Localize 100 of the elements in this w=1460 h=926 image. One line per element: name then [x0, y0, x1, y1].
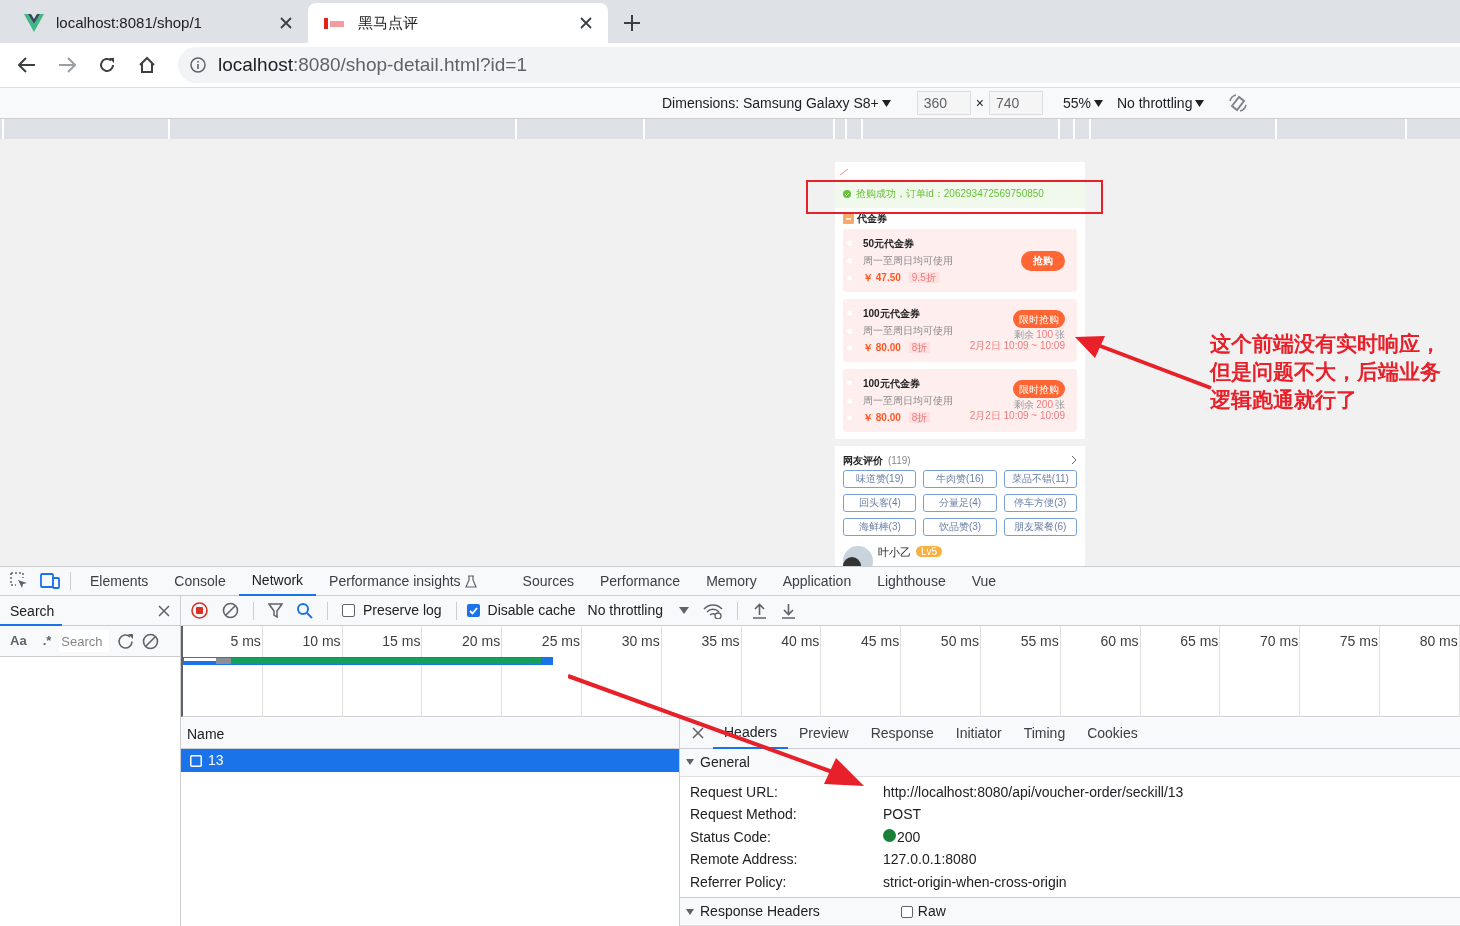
time-tick: 10 ms — [302, 633, 341, 649]
zoom-dropdown[interactable]: 55% — [1062, 92, 1103, 114]
review-tag[interactable]: 回头客(4) — [843, 494, 917, 512]
dropdown-icon — [1195, 99, 1205, 107]
review-tag[interactable]: 分量足(4) — [923, 494, 997, 512]
browser-tab[interactable]: 黑马点评 — [308, 3, 608, 43]
regex-button[interactable]: .* — [42, 631, 52, 651]
time-tick: 40 ms — [781, 633, 820, 649]
time-tick: 80 ms — [1419, 633, 1458, 649]
throttling-dropdown[interactable]: No throttling — [1116, 92, 1205, 114]
devtools-tab[interactable]: Performance insights — [316, 566, 490, 596]
new-tab-icon[interactable] — [624, 15, 640, 31]
time-tick: 65 ms — [1180, 633, 1219, 649]
annotation-text: 逻辑跑通就行了 — [1210, 387, 1358, 413]
time-tick: 30 ms — [621, 633, 660, 649]
close-icon[interactable] — [280, 17, 292, 29]
time-tick: 50 ms — [940, 633, 979, 649]
review-tag[interactable]: 停车方便(3) — [1003, 494, 1077, 512]
close-icon[interactable] — [580, 17, 592, 29]
detail-tab[interactable]: Initiator — [944, 717, 1013, 749]
search-icon[interactable] — [297, 602, 313, 619]
rotate-icon[interactable] — [1228, 93, 1249, 113]
tab-title: 黑马点评 — [358, 12, 419, 33]
devtools-tab[interactable]: Sources — [509, 566, 587, 596]
chevron-right-icon[interactable] — [1072, 456, 1077, 465]
tab-title: localhost:8081/shop/1 — [56, 12, 203, 33]
review-tag[interactable]: 菜品不错(11) — [1003, 470, 1077, 488]
review-tag[interactable]: 味道赞(19) — [843, 470, 917, 488]
devtools-tab[interactable]: Lighthouse — [864, 566, 959, 596]
time-tick: 45 ms — [861, 633, 900, 649]
close-icon[interactable] — [692, 727, 704, 739]
header-name: Request Method: — [690, 805, 798, 824]
download-icon[interactable] — [781, 602, 796, 619]
stock-unit: 张 — [1055, 399, 1065, 411]
stock-label: 剩余 — [1014, 399, 1035, 411]
raw-checkbox[interactable] — [900, 905, 913, 918]
review-tag[interactable]: 饮品赞(3) — [923, 518, 997, 536]
record-icon[interactable] — [191, 602, 208, 619]
device-dropdown[interactable]: Dimensions: Samsung Galaxy S8+ — [662, 92, 891, 114]
triangle-down-icon — [686, 908, 694, 915]
detail-tab[interactable]: Preview — [787, 717, 860, 749]
search-field[interactable]: Search — [59, 630, 110, 652]
device-toggle-icon[interactable] — [40, 573, 60, 589]
devtools-tab[interactable]: Elements — [77, 566, 162, 596]
reviews-title: 网友评价 — [843, 453, 883, 468]
level-badge: Lv5 — [916, 546, 943, 557]
header-value: http://localhost:8080/api/voucher-order/seckill/13 — [883, 782, 1184, 802]
match-case-button[interactable]: Aa — [10, 631, 27, 651]
clear-icon[interactable] — [222, 602, 239, 619]
devtools-tab[interactable]: Performance — [586, 566, 694, 596]
review-tag[interactable]: 牛肉赞(16) — [923, 470, 997, 488]
disable-cache-label: Disable cache — [487, 601, 576, 620]
home-icon[interactable] — [138, 56, 156, 74]
pen-icon — [840, 169, 848, 175]
filter-icon[interactable] — [268, 603, 283, 618]
detail-tab[interactable]: Response — [859, 717, 945, 749]
back-icon[interactable] — [18, 57, 36, 73]
time-tick: 60 ms — [1100, 633, 1139, 649]
section-title: 代金券 — [857, 214, 887, 225]
review-tag[interactable]: 海鲜棒(3) — [843, 518, 917, 536]
disable-cache-checkbox[interactable] — [466, 604, 480, 617]
stock-label: 剩余 — [1014, 329, 1035, 341]
reload-icon[interactable] — [98, 56, 116, 74]
times-sign: × — [975, 93, 984, 113]
preserve-log-checkbox[interactable] — [342, 604, 355, 617]
sale-time: 2月2日 10:09 ~ 10:09 — [969, 410, 1065, 422]
devtools-tab[interactable]: Application — [769, 566, 865, 596]
devtools-tab[interactable]: Vue — [958, 566, 1010, 596]
network-conditions-icon[interactable] — [703, 602, 723, 619]
clear-icon[interactable] — [142, 632, 160, 650]
height-field[interactable]: 740 — [988, 91, 1043, 115]
general-section-header[interactable]: General — [680, 749, 1460, 777]
detail-tab[interactable]: Cookies — [1076, 717, 1149, 749]
detail-tab[interactable]: Timing — [1012, 717, 1077, 749]
document-icon — [190, 754, 202, 767]
request-row[interactable]: 13 — [181, 749, 679, 772]
vue-logo-icon — [24, 14, 44, 32]
browser-tab[interactable]: localhost:8081/shop/1 — [8, 3, 308, 43]
throttling-dropdown[interactable]: No throttling — [587, 600, 689, 621]
reviews-count: (119) — [888, 453, 912, 468]
time-tick: 55 ms — [1020, 633, 1059, 649]
close-icon[interactable] — [158, 604, 170, 617]
devtools-tab[interactable]: Console — [161, 566, 239, 596]
discount-tag: 9.5折 — [908, 272, 939, 284]
annotation-text: 这个前端没有实时响应， — [1210, 331, 1441, 357]
upload-icon[interactable] — [752, 602, 767, 619]
response-headers-section[interactable]: Response Headers Raw — [680, 898, 1460, 926]
devtools-tab[interactable]: Memory — [693, 566, 770, 596]
width-field[interactable]: 360 — [916, 91, 971, 115]
voucher-rule: 周一至周日均可使用 — [863, 254, 954, 267]
discount-tag: 8折 — [908, 412, 931, 424]
time-tick: 70 ms — [1260, 633, 1299, 649]
annotation-text: 但是问题不大，后端业务 — [1210, 359, 1441, 385]
address-field[interactable]: localhost:8080/shop-detail.html?id=1 — [178, 47, 1460, 83]
forward-icon[interactable] — [58, 57, 76, 73]
review-tag[interactable]: 朋友聚餐(6) — [1003, 518, 1077, 536]
time-tick: 75 ms — [1339, 633, 1378, 649]
refresh-icon[interactable] — [117, 632, 135, 650]
voucher-price: ￥ 80.00 — [863, 411, 901, 424]
inspect-icon[interactable] — [10, 572, 28, 590]
